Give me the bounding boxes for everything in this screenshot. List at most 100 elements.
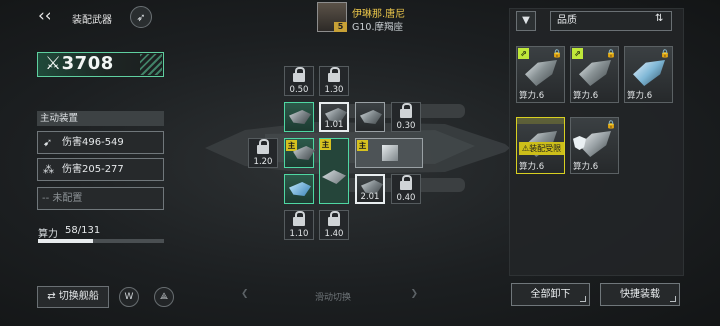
equipped-slot[interactable]	[284, 102, 314, 132]
slot-value: 1.01	[324, 120, 344, 130]
triangle-icon: ⟁	[159, 292, 169, 302]
lock-icon: 🔒	[660, 49, 670, 58]
slot-value: 0.50	[289, 85, 309, 95]
rocket-icon-button[interactable]: ➶	[130, 6, 152, 28]
slide-right-icon: ❯	[410, 289, 418, 299]
slide-left-icon: ❮	[241, 289, 249, 299]
slot-value: 1.10	[289, 229, 309, 239]
compute-used: 58	[65, 225, 78, 236]
equipped-slot[interactable]: 1.01	[319, 102, 349, 132]
cannon-icon	[360, 110, 382, 124]
cannon-icon	[579, 60, 611, 86]
cannon-icon	[525, 60, 557, 86]
sort-select[interactable]: 品质	[550, 11, 672, 31]
emblem-button[interactable]: W	[119, 287, 139, 307]
weapon-card[interactable]: 🔒 算力.6	[624, 46, 673, 103]
locked-slot[interactable]: 0.30	[391, 102, 421, 132]
sort-label: 品质	[557, 15, 577, 26]
main-tag: 主	[357, 140, 368, 151]
pilot-name: 伊琳那.唐尼	[352, 9, 406, 20]
scatter-icon: ⁂	[43, 163, 54, 176]
equipped-slot[interactable]: 主	[284, 138, 315, 168]
slot-value: 0.30	[396, 121, 416, 131]
locked-slot[interactable]: 1.30	[319, 66, 349, 96]
compute-bar-fill	[38, 239, 93, 243]
locked-slot[interactable]: 1.40	[319, 210, 349, 240]
lock-icon	[328, 211, 340, 226]
compute-total: /131	[77, 225, 101, 236]
lock-icon	[328, 67, 340, 82]
slot-value: 1.20	[253, 157, 273, 167]
compute-value: 58/131	[65, 225, 100, 236]
active-device-label: 未配置	[52, 193, 83, 204]
back-arrow-icon[interactable]: ‹‹	[38, 8, 56, 26]
unload-all-label: 全部卸下	[530, 289, 571, 300]
active-device-heading: 主动装置	[37, 111, 164, 126]
lock-icon	[293, 67, 305, 82]
page-title: 装配武器	[72, 15, 112, 26]
equipped-slot[interactable]	[355, 102, 385, 132]
formation-button[interactable]: ⟁	[154, 287, 174, 307]
equipped-slot[interactable]	[284, 174, 314, 204]
slot-value: 1.30	[324, 85, 344, 95]
slot-value: 0.40	[396, 193, 416, 203]
upgrade-icon: ⇗	[572, 48, 583, 59]
main-tag: 主	[320, 139, 331, 150]
main-weapon-slot[interactable]: 主	[355, 138, 423, 168]
slot-value: 2.01	[360, 192, 380, 202]
energy-gun-icon	[633, 60, 665, 86]
combat-power-value: 3708	[61, 53, 114, 74]
lock-icon: 🔒	[552, 49, 562, 58]
upgrade-icon: ⇗	[518, 48, 529, 59]
active-device-row[interactable]: -- 未配置	[37, 187, 164, 210]
weapon-card[interactable]: ⚠装配受限 算力.6	[516, 117, 565, 174]
power-stripe-decor	[140, 54, 162, 75]
wing-icon: W	[124, 292, 134, 302]
locked-slot[interactable]: 1.10	[284, 210, 314, 240]
lock-icon: 🔒	[606, 49, 616, 58]
locked-slot[interactable]: 0.50	[284, 66, 314, 96]
crossed-swords-icon: ⚔	[45, 53, 62, 74]
lock-icon: 🔒	[606, 120, 616, 129]
lock-icon	[400, 175, 412, 190]
switch-ship-button[interactable]: ⇄ 切换舰船	[37, 286, 109, 308]
compute-label: 算力	[38, 229, 58, 240]
slide-switch-hint: 滑动切换	[315, 293, 352, 303]
quick-equip-button[interactable]: 快捷装载	[600, 283, 680, 306]
restricted-badge: ⚠装配受限	[519, 142, 564, 155]
cannon-icon	[289, 110, 311, 124]
restricted-label: 装配受限	[529, 144, 562, 153]
switch-ship-label: 切换舰船	[58, 291, 99, 302]
active-device-label: 伤害496-549	[62, 137, 124, 148]
quick-equip-label: 快捷装载	[620, 289, 660, 300]
weapon-card[interactable]: 🔒 算力.6	[570, 117, 619, 174]
lock-icon	[400, 103, 412, 118]
rocket-icon: ➶	[136, 10, 146, 24]
sort-order-icon[interactable]: ⇅	[655, 13, 663, 24]
swap-icon: ⇄	[47, 291, 59, 302]
energy-icon	[289, 182, 311, 196]
gun-icon: ➹	[43, 136, 53, 149]
weapon-card[interactable]: ⇗ 🔒 算力.6	[516, 46, 565, 103]
card-name: 算力.6	[573, 91, 599, 101]
card-name: 算力.6	[519, 162, 545, 172]
equipped-slot[interactable]: 2.01	[355, 174, 385, 204]
unload-all-button[interactable]: 全部卸下	[511, 283, 590, 306]
locked-slot[interactable]: 1.20	[248, 138, 278, 168]
main-tag: 主	[286, 140, 297, 151]
card-name: 算力.6	[627, 91, 653, 101]
active-device-label: 伤害205-277	[62, 164, 124, 175]
card-name: 算力.6	[573, 162, 599, 172]
dash-icon: --	[42, 193, 53, 204]
active-device-row[interactable]: ➹ 伤害496-549	[37, 131, 164, 154]
lock-icon	[293, 211, 305, 226]
active-device-row[interactable]: ⁂ 伤害205-277	[37, 158, 164, 181]
lock-icon	[257, 139, 269, 154]
pilot-rank-badge: 5	[334, 22, 347, 32]
filter-button[interactable]: ▼	[516, 11, 536, 31]
filter-icon: ▼	[522, 15, 530, 26]
card-name: 算力.6	[519, 91, 545, 101]
weapon-card[interactable]: ⇗ 🔒 算力.6	[570, 46, 619, 103]
locked-slot[interactable]: 0.40	[391, 174, 421, 204]
pilot-ship: G10.摩羯座	[352, 22, 403, 33]
